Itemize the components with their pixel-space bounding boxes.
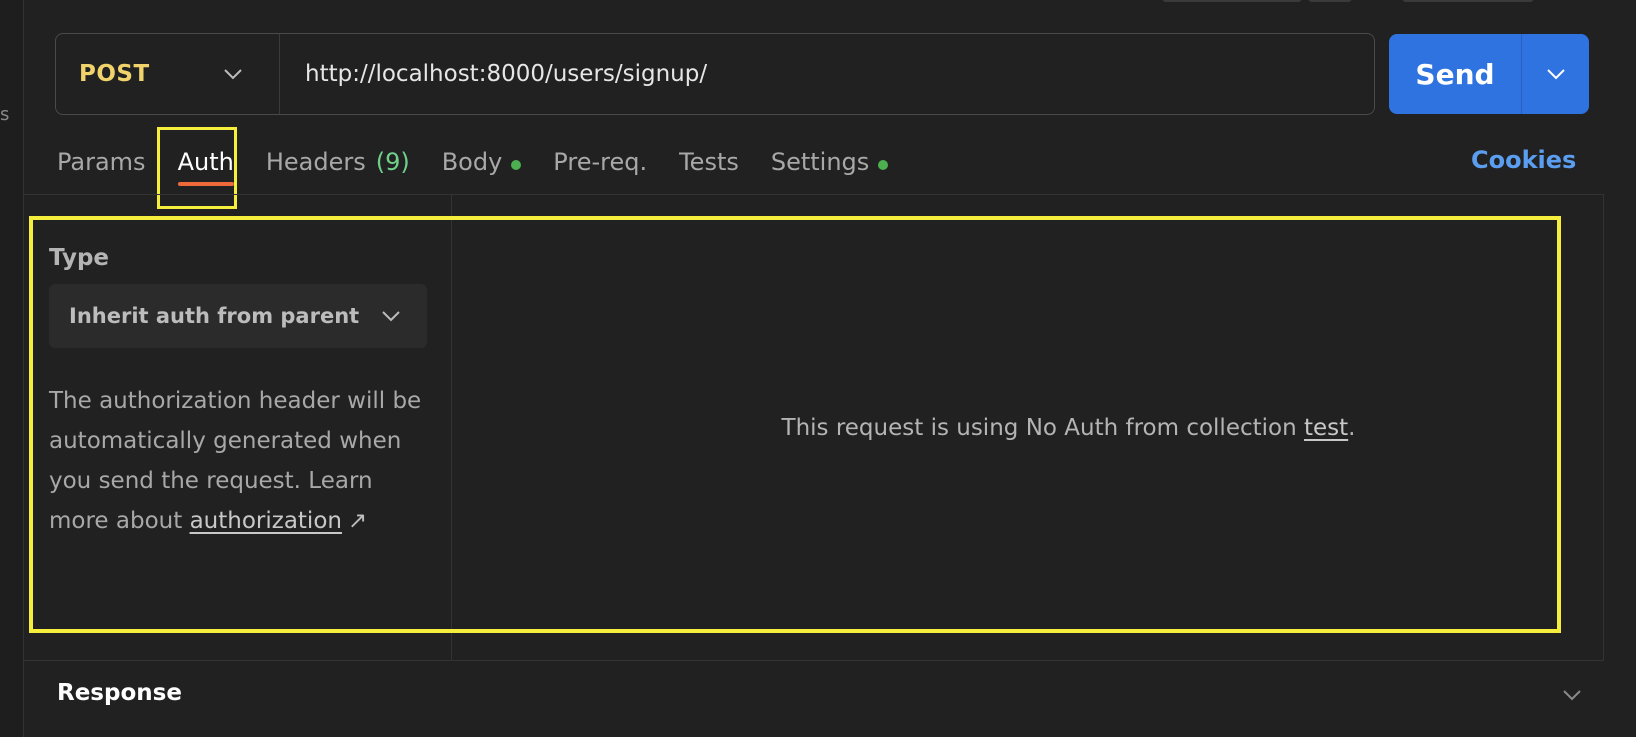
app-window: s POST Send Params Auth Headers bbox=[0, 0, 1636, 737]
tab-headers[interactable]: Headers (9) bbox=[266, 140, 410, 196]
sidebar-cut-text: s bbox=[0, 104, 10, 125]
auth-type-dropdown[interactable]: Inherit auth from parent bbox=[49, 284, 427, 348]
tab-label: Auth bbox=[177, 148, 234, 176]
top-toolbar-remnant bbox=[1402, 0, 1534, 2]
top-toolbar-remnant bbox=[1308, 0, 1352, 2]
auth-type-pane: Type Inherit auth from parent The author… bbox=[24, 195, 452, 661]
url-input[interactable] bbox=[280, 34, 1374, 114]
no-auth-suffix: . bbox=[1348, 415, 1356, 441]
auth-panel: Type Inherit auth from parent The author… bbox=[24, 195, 1604, 661]
collection-link[interactable]: test bbox=[1304, 415, 1348, 441]
tab-tests[interactable]: Tests bbox=[679, 140, 739, 196]
tab-params[interactable]: Params bbox=[57, 140, 146, 196]
response-header[interactable]: Response bbox=[57, 680, 182, 706]
no-auth-prefix: This request is using No Auth from colle… bbox=[781, 415, 1297, 441]
send-button-group: Send bbox=[1389, 34, 1589, 114]
send-options-button[interactable] bbox=[1522, 34, 1589, 114]
panel-border bbox=[1603, 195, 1604, 661]
tab-auth[interactable]: Auth bbox=[177, 140, 234, 196]
tab-label: Headers bbox=[265, 148, 366, 176]
send-button[interactable]: Send bbox=[1389, 34, 1522, 114]
tab-label: Params bbox=[57, 148, 146, 176]
divider bbox=[24, 660, 1604, 661]
status-dot-icon bbox=[511, 160, 522, 170]
tab-label: Pre-req. bbox=[553, 148, 648, 176]
active-tab-underline bbox=[177, 182, 234, 186]
tab-body[interactable]: Body bbox=[442, 140, 522, 196]
tab-label: Body bbox=[441, 148, 503, 176]
top-toolbar-remnant bbox=[1162, 0, 1302, 2]
method-selector[interactable]: POST bbox=[56, 34, 280, 114]
tab-label: Tests bbox=[679, 148, 739, 176]
chevron-down-icon[interactable] bbox=[1562, 686, 1582, 705]
no-auth-message: This request is using No Auth from colle… bbox=[782, 415, 1356, 441]
auth-details-pane: This request is using No Auth from colle… bbox=[453, 195, 1604, 661]
chevron-down-icon bbox=[1546, 65, 1566, 84]
external-link-icon: ↗ bbox=[347, 508, 368, 534]
request-url-bar: POST bbox=[55, 33, 1375, 115]
tab-label: Settings bbox=[770, 148, 870, 176]
chevron-down-icon bbox=[223, 68, 243, 80]
request-tabs: Params Auth Headers (9) Body Pre-req. Te… bbox=[57, 140, 920, 196]
left-sidebar-strip: s bbox=[0, 0, 24, 737]
chevron-down-icon bbox=[381, 307, 401, 326]
auth-type-value: Inherit auth from parent bbox=[69, 304, 360, 328]
headers-count-badge: (9) bbox=[375, 148, 410, 176]
tab-settings[interactable]: Settings bbox=[770, 140, 889, 196]
status-dot-icon bbox=[878, 160, 889, 170]
tab-pre-request[interactable]: Pre-req. bbox=[553, 140, 647, 196]
authorization-link[interactable]: authorization bbox=[190, 508, 342, 534]
auth-type-label: Type bbox=[49, 245, 110, 271]
cookies-link[interactable]: Cookies bbox=[1471, 146, 1576, 174]
method-label: POST bbox=[79, 61, 150, 87]
auth-help-text: The authorization header will be automat… bbox=[49, 381, 439, 541]
